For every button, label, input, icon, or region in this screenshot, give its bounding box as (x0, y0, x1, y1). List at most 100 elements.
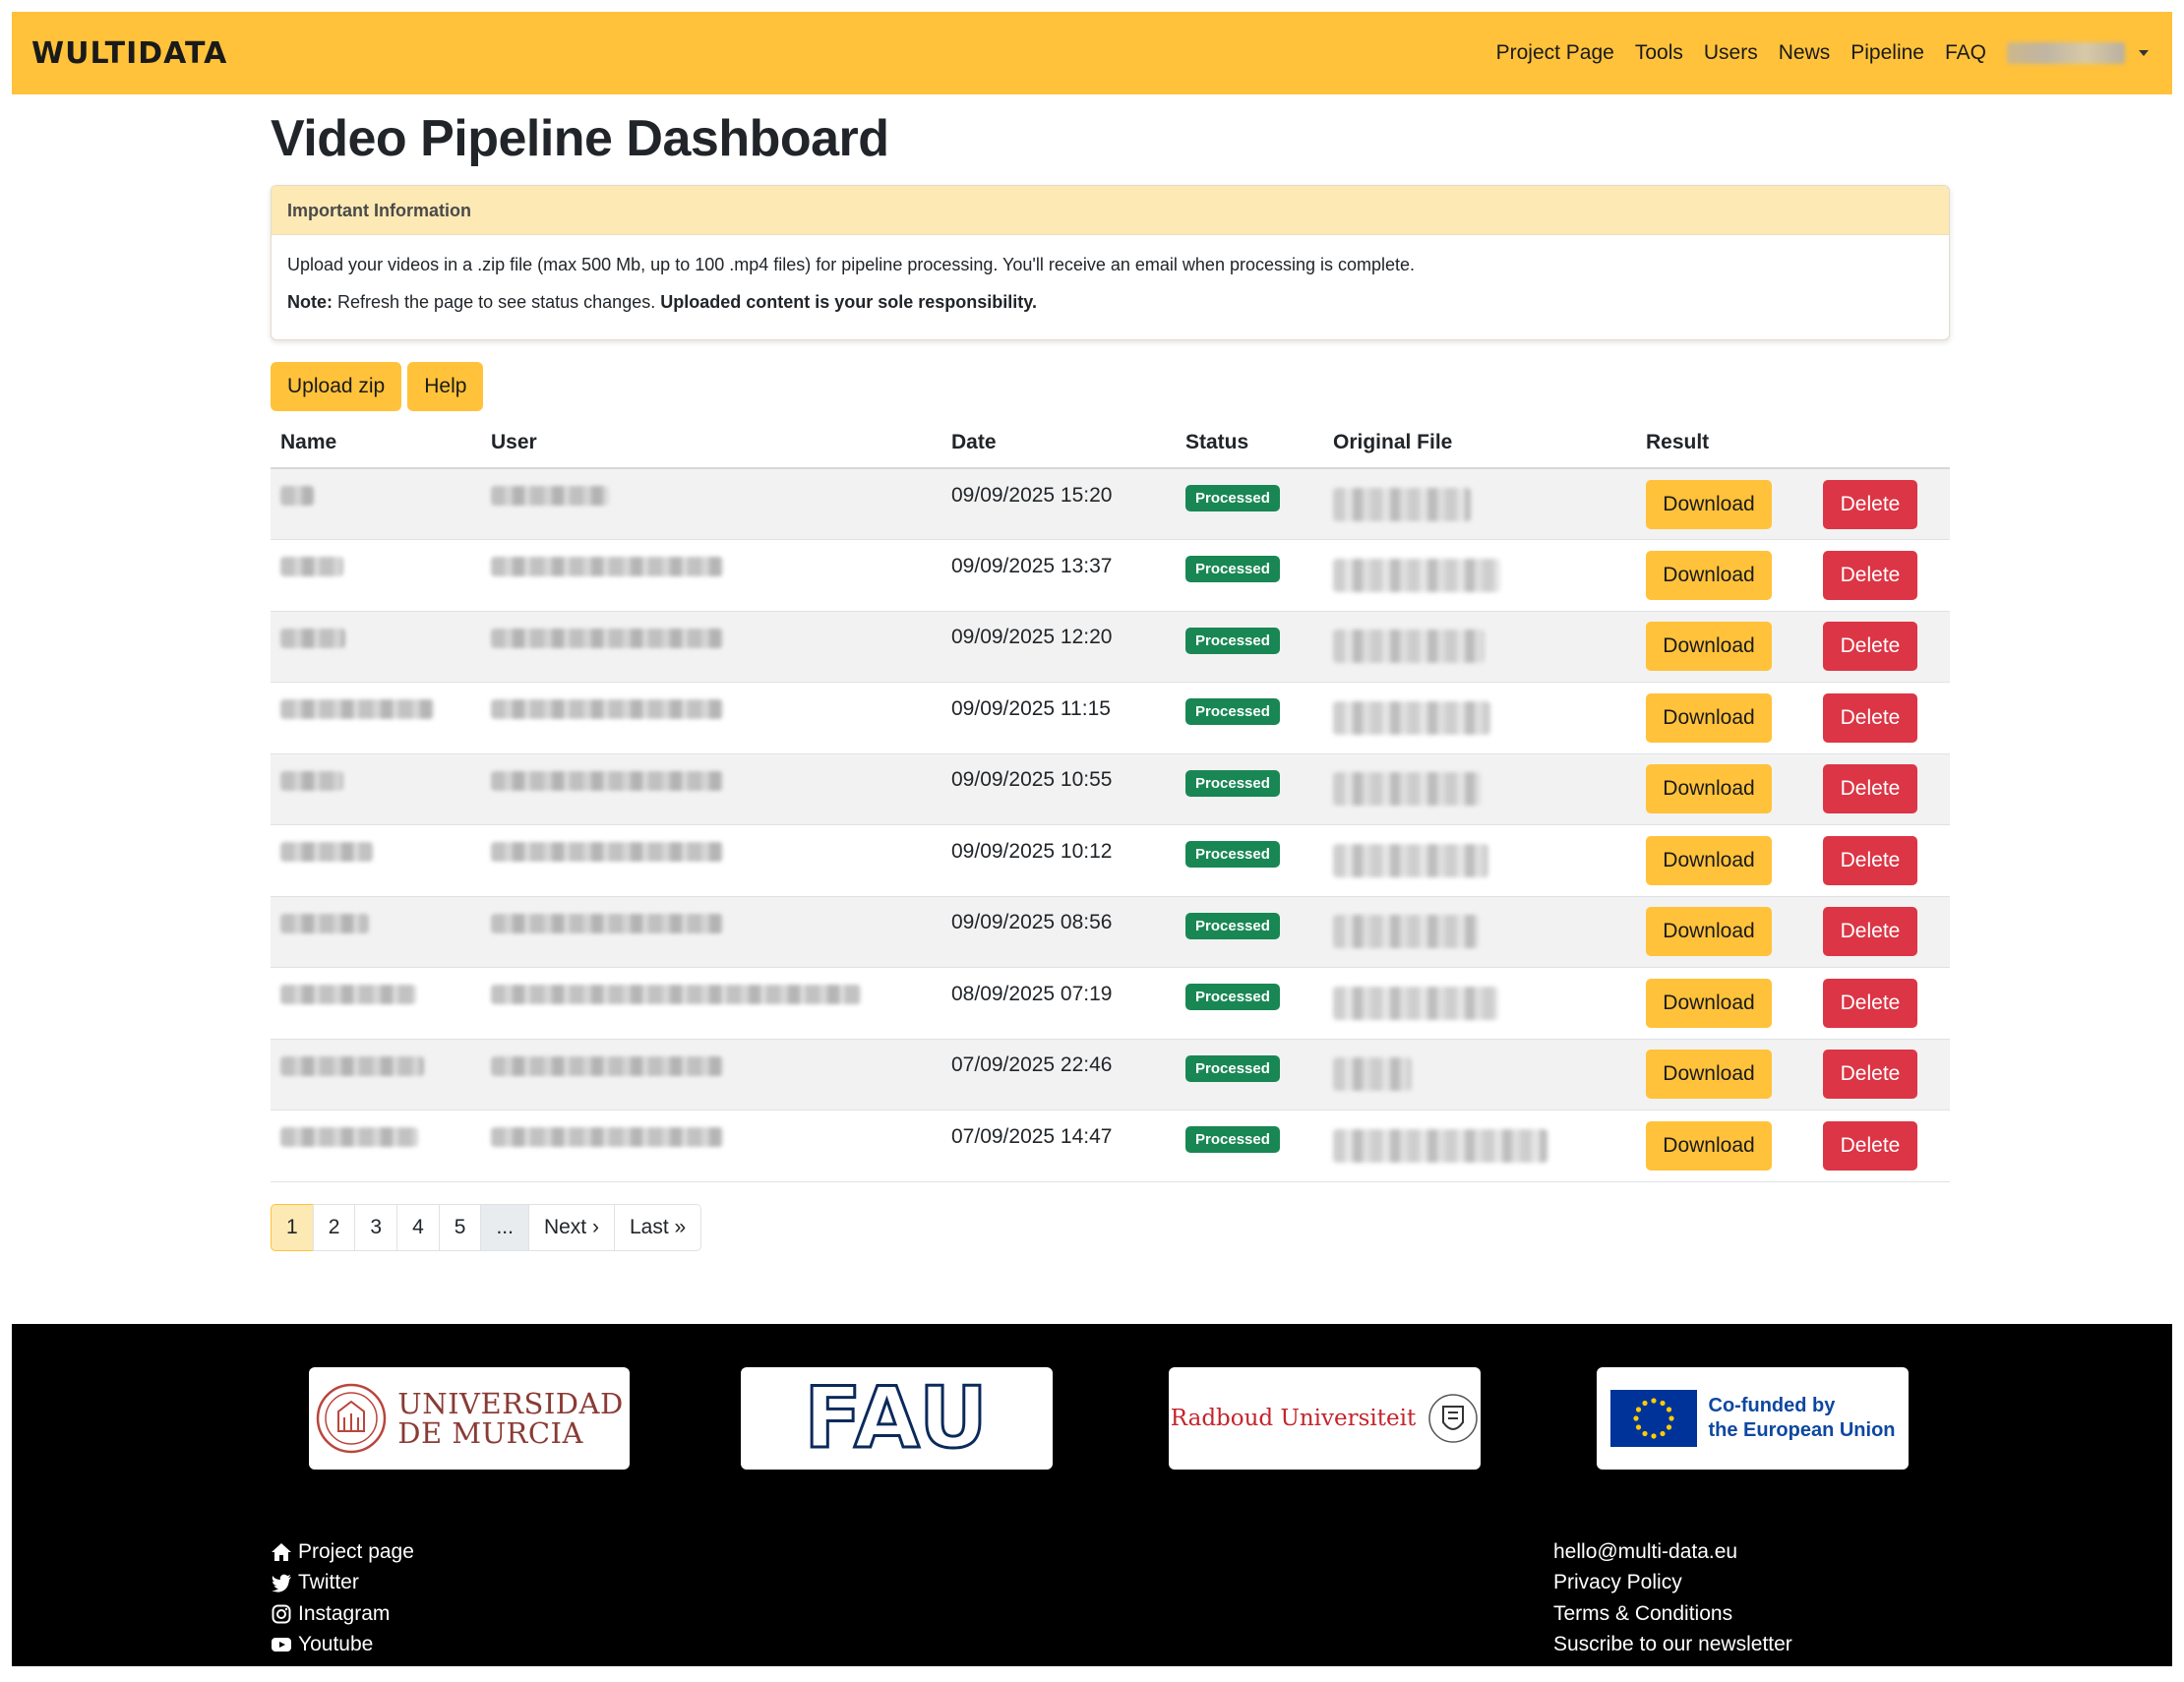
nav-pipeline[interactable]: Pipeline (1850, 41, 1924, 65)
nav-users[interactable]: Users (1704, 41, 1758, 65)
redacted-user (491, 985, 861, 1005)
redacted-user (491, 1055, 723, 1076)
status-badge: Processed (1185, 698, 1280, 726)
cell-name (271, 824, 481, 897)
cell-actions: Delete (1813, 753, 1950, 825)
row-date: 09/09/2025 10:55 (951, 768, 1113, 792)
page-1[interactable]: 1 (271, 1203, 314, 1251)
delete-button[interactable]: Delete (1823, 1120, 1917, 1171)
cell-name (271, 539, 481, 612)
redacted-file-link[interactable] (1333, 1057, 1412, 1092)
footer-link-terms[interactable]: Terms & Conditions (1553, 1598, 1792, 1630)
table-row: 09/09/2025 08:56 Processed Download Delete (271, 896, 1950, 968)
logo-fau[interactable]: FAU (741, 1367, 1053, 1470)
page-5[interactable]: 5 (438, 1203, 482, 1251)
download-button[interactable]: Download (1646, 622, 1772, 672)
status-badge: Processed (1185, 556, 1280, 583)
cell-date: 09/09/2025 13:37 (941, 539, 1176, 612)
nav-faq[interactable]: FAQ (1945, 41, 1986, 65)
cell-actions: Delete (1813, 468, 1950, 540)
page-last[interactable]: Last » (613, 1203, 702, 1251)
redacted-file-link[interactable] (1333, 915, 1479, 949)
redacted-user (491, 770, 723, 791)
redacted-file-link[interactable] (1333, 986, 1498, 1020)
download-button[interactable]: Download (1646, 692, 1772, 743)
table-row: 09/09/2025 13:37 Processed Download Delete (271, 539, 1950, 612)
delete-button[interactable]: Delete (1823, 692, 1917, 743)
status-badge: Processed (1185, 485, 1280, 511)
delete-button[interactable]: Delete (1823, 907, 1917, 957)
cell-actions: Delete (1813, 611, 1950, 683)
logo-radboud[interactable]: Radboud Universiteit (1169, 1367, 1481, 1470)
download-button[interactable]: Download (1646, 550, 1772, 600)
delete-button[interactable]: Delete (1823, 1050, 1917, 1100)
cell-original-file (1323, 967, 1636, 1040)
eu-line-1: Co-funded by (1708, 1395, 1836, 1416)
page-2[interactable]: 2 (312, 1203, 356, 1251)
delete-button[interactable]: Delete (1823, 835, 1917, 885)
redacted-file-link[interactable] (1333, 1128, 1547, 1163)
chevron-down-icon (2139, 50, 2149, 56)
upload-zip-button[interactable]: Upload zip (271, 362, 402, 411)
col-date: Date (941, 417, 1176, 469)
page-next[interactable]: Next › (527, 1203, 615, 1251)
footer-link-privacy[interactable]: Privacy Policy (1553, 1568, 1792, 1599)
page-3[interactable]: 3 (354, 1203, 398, 1251)
footer-link-twitter[interactable]: Twitter (271, 1568, 414, 1599)
download-button[interactable]: Download (1646, 1120, 1772, 1171)
col-actions (1813, 417, 1950, 469)
logo-universidad-de-murcia[interactable]: UNIVERSIDAD DE MURCIA (309, 1367, 630, 1470)
cell-date: 09/09/2025 10:12 (941, 824, 1176, 897)
cell-name (271, 967, 481, 1040)
user-dropdown[interactable] (2007, 42, 2149, 64)
cell-user (481, 753, 941, 825)
status-badge: Processed (1185, 769, 1280, 797)
redacted-file-link[interactable] (1333, 487, 1471, 521)
delete-button[interactable]: Delete (1823, 978, 1917, 1028)
cell-actions: Delete (1813, 896, 1950, 968)
logo-eu-cofunded[interactable]: Co-funded by the European Union (1597, 1367, 1909, 1470)
delete-button[interactable]: Delete (1823, 550, 1917, 600)
redacted-file-link[interactable] (1333, 700, 1490, 735)
status-badge: Processed (1185, 1054, 1280, 1082)
delete-button[interactable]: Delete (1823, 622, 1917, 672)
download-button[interactable]: Download (1646, 764, 1772, 814)
footer-link-newsletter[interactable]: Suscribe to our newsletter (1553, 1630, 1792, 1661)
footer-link-email[interactable]: hello@multi-data.eu (1553, 1536, 1792, 1568)
redacted-file-link[interactable] (1333, 843, 1488, 877)
row-date: 09/09/2025 12:20 (951, 626, 1113, 649)
cell-original-file (1323, 468, 1636, 540)
download-button[interactable]: Download (1646, 835, 1772, 885)
page-4[interactable]: 4 (396, 1203, 440, 1251)
footer-link-label: Youtube (298, 1633, 374, 1656)
redacted-file-link[interactable] (1333, 630, 1485, 664)
cell-status: Processed (1176, 468, 1323, 540)
footer: UNIVERSIDAD DE MURCIA FAU Radboud Univer… (12, 1324, 2172, 1666)
cell-result: Download (1636, 824, 1813, 897)
redacted-name (280, 485, 314, 506)
footer-link-project-page[interactable]: Project page (271, 1536, 414, 1568)
brand-logo[interactable]: WULTIDATA (31, 36, 227, 71)
cell-user (481, 1039, 941, 1111)
nav-project-page[interactable]: Project Page (1496, 41, 1614, 65)
table-row: 09/09/2025 10:12 Processed Download Delete (271, 824, 1950, 897)
redacted-file-link[interactable] (1333, 772, 1481, 807)
home-icon (272, 1542, 291, 1561)
note-bold: Uploaded content is your sole responsibi… (660, 292, 1037, 312)
cell-actions: Delete (1813, 1110, 1950, 1182)
nav-tools[interactable]: Tools (1635, 41, 1683, 65)
redacted-user (491, 1127, 723, 1148)
footer-link-instagram[interactable]: Instagram (271, 1598, 414, 1630)
download-button[interactable]: Download (1646, 978, 1772, 1028)
download-button[interactable]: Download (1646, 1050, 1772, 1100)
nav-news[interactable]: News (1779, 41, 1831, 65)
download-button[interactable]: Download (1646, 479, 1772, 529)
cell-user (481, 824, 941, 897)
download-button[interactable]: Download (1646, 907, 1772, 957)
delete-button[interactable]: Delete (1823, 479, 1917, 529)
delete-button[interactable]: Delete (1823, 764, 1917, 814)
footer-link-youtube[interactable]: Youtube (271, 1630, 414, 1661)
redacted-file-link[interactable] (1333, 558, 1500, 592)
cell-status: Processed (1176, 753, 1323, 825)
help-button[interactable]: Help (407, 362, 484, 411)
